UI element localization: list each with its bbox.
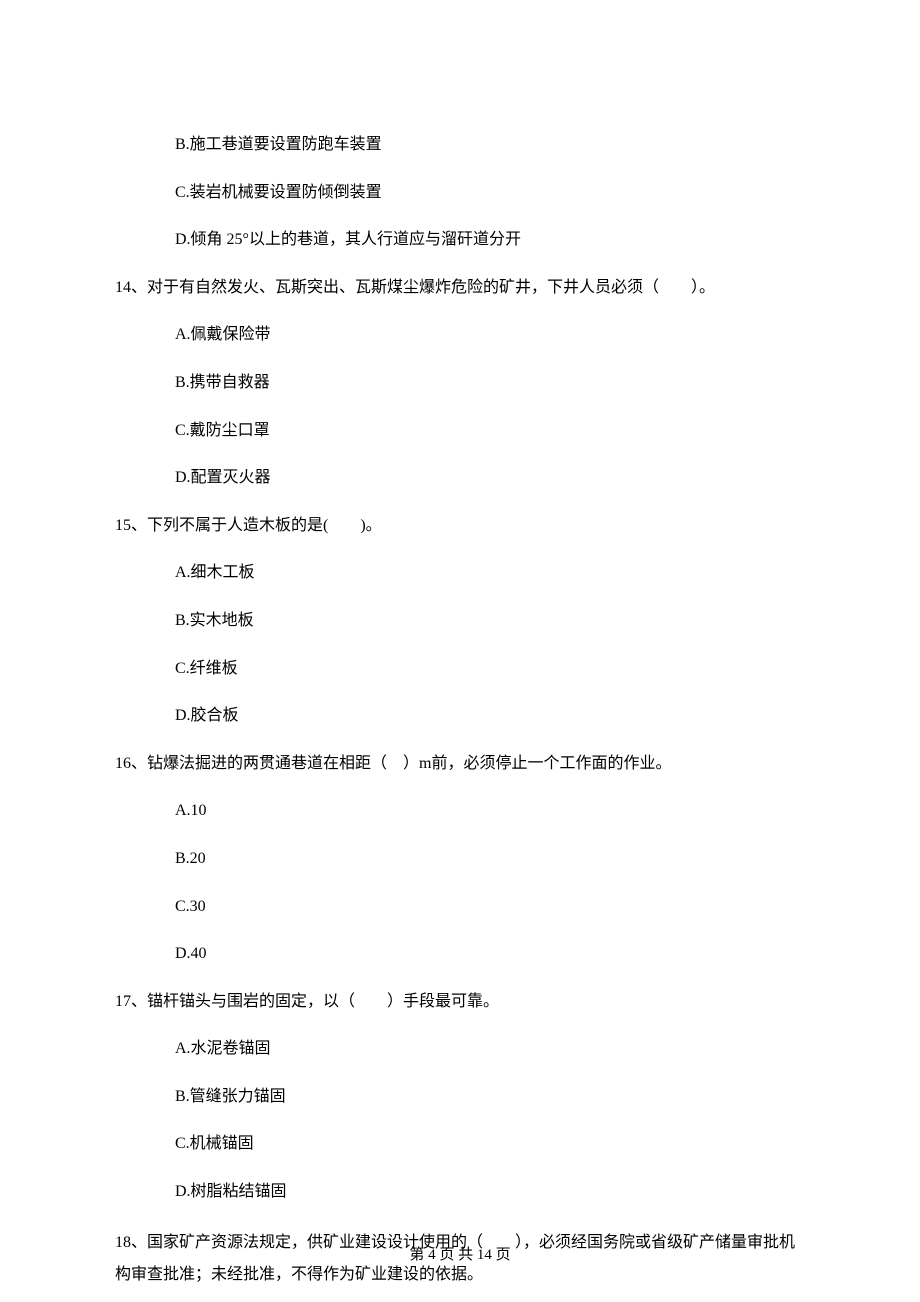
question-16-options: A.10 B.20 C.30 D.40 bbox=[115, 798, 805, 966]
option-c: C.30 bbox=[175, 894, 805, 920]
option-d: D.配置灭火器 bbox=[175, 465, 805, 491]
option-c: C.装岩机械要设置防倾倒装置 bbox=[175, 180, 805, 206]
option-d: D.40 bbox=[175, 941, 805, 967]
question-15: 15、下列不属于人造木板的是( )。 bbox=[115, 513, 805, 539]
option-a: A.10 bbox=[175, 798, 805, 824]
option-b: B.管缝张力锚固 bbox=[175, 1084, 805, 1110]
question-17-options: A.水泥卷锚固 B.管缝张力锚固 C.机械锚固 D.树脂粘结锚固 bbox=[115, 1036, 805, 1204]
option-d: D.胶合板 bbox=[175, 703, 805, 729]
document-page: B.施工巷道要设置防跑车装置 C.装岩机械要设置防倾倒装置 D.倾角 25°以上… bbox=[0, 0, 920, 1302]
option-b: B.实木地板 bbox=[175, 608, 805, 634]
option-a: A.水泥卷锚固 bbox=[175, 1036, 805, 1062]
option-d: D.树脂粘结锚固 bbox=[175, 1179, 805, 1205]
question-15-options: A.细木工板 B.实木地板 C.纤维板 D.胶合板 bbox=[115, 560, 805, 728]
prev-question-options: B.施工巷道要设置防跑车装置 C.装岩机械要设置防倾倒装置 D.倾角 25°以上… bbox=[115, 132, 805, 253]
question-16: 16、钻爆法掘进的两贯通巷道在相距（ ）m前，必须停止一个工作面的作业。 bbox=[115, 751, 805, 777]
option-c: C.戴防尘口罩 bbox=[175, 418, 805, 444]
option-b: B.携带自救器 bbox=[175, 370, 805, 396]
option-d: D.倾角 25°以上的巷道，其人行道应与溜矸道分开 bbox=[175, 227, 805, 253]
question-17: 17、锚杆锚头与围岩的固定，以（ ）手段最可靠。 bbox=[115, 989, 805, 1015]
question-14: 14、对于有自然发火、瓦斯突出、瓦斯煤尘爆炸危险的矿井，下井人员必须（ ）。 bbox=[115, 275, 805, 301]
option-b: B.施工巷道要设置防跑车装置 bbox=[175, 132, 805, 158]
page-footer: 第 4 页 共 14 页 bbox=[0, 1243, 920, 1267]
option-a: A.佩戴保险带 bbox=[175, 322, 805, 348]
option-a: A.细木工板 bbox=[175, 560, 805, 586]
option-b: B.20 bbox=[175, 846, 805, 872]
question-14-options: A.佩戴保险带 B.携带自救器 C.戴防尘口罩 D.配置灭火器 bbox=[115, 322, 805, 490]
option-c: C.纤维板 bbox=[175, 656, 805, 682]
option-c: C.机械锚固 bbox=[175, 1131, 805, 1157]
